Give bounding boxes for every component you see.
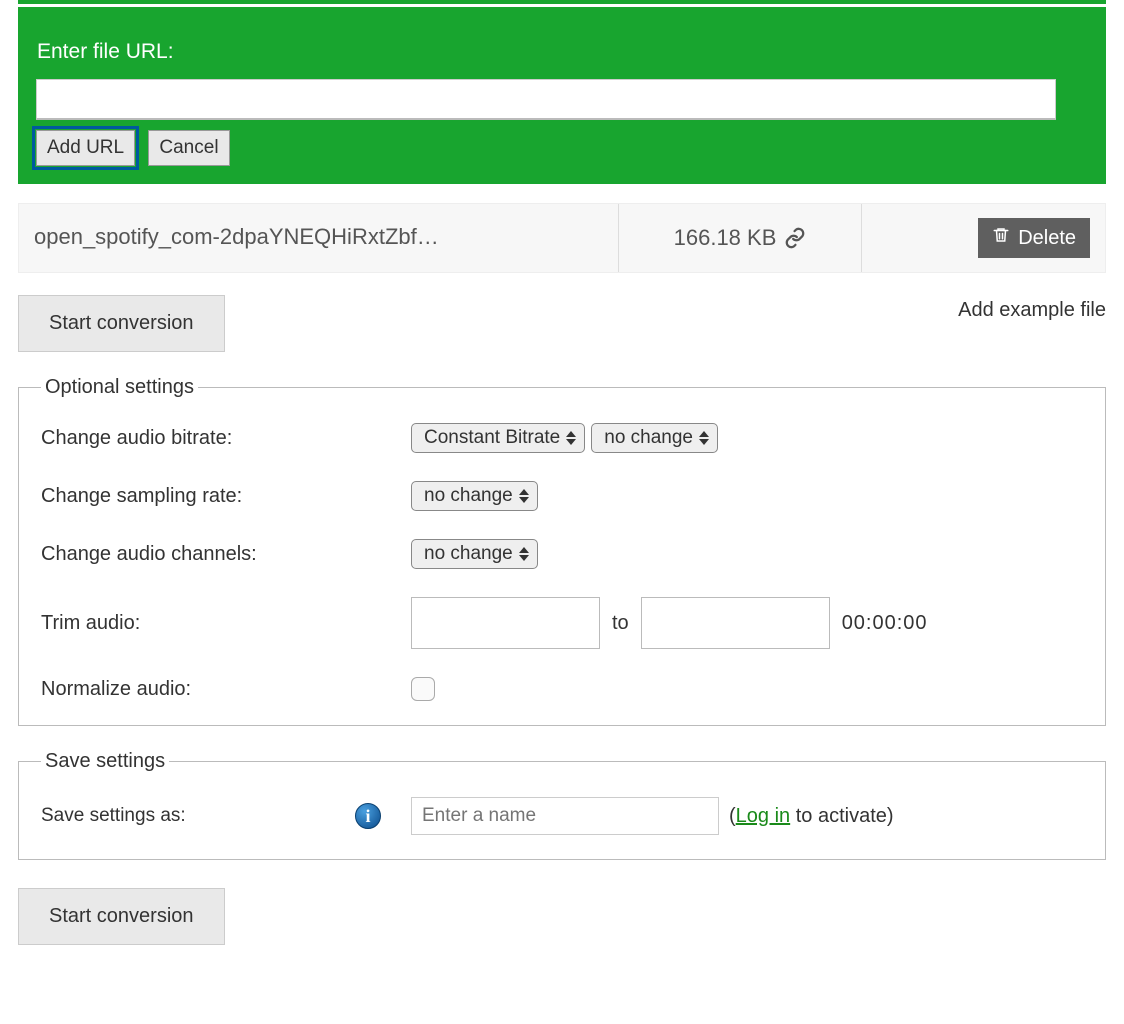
channels-row: Change audio channels: no change (41, 539, 1083, 569)
add-example-file-link[interactable]: Add example file (958, 299, 1106, 322)
bitrate-value-select[interactable]: no change (591, 423, 718, 453)
add-url-button[interactable]: Add URL (36, 130, 135, 166)
save-row: Save settings as: i (Log in to activate) (41, 797, 1083, 835)
channels-select[interactable]: no change (411, 539, 538, 569)
normalize-row: Normalize audio: (41, 677, 1083, 701)
chevron-updown-icon (699, 431, 709, 445)
save-settings-legend: Save settings (41, 750, 169, 773)
trim-end-input[interactable] (641, 597, 830, 649)
settings-name-input[interactable] (411, 797, 719, 835)
url-entry-panel: Enter file URL: Add URL Cancel (18, 7, 1106, 184)
delete-label: Delete (1018, 227, 1076, 250)
info-icon[interactable]: i (355, 803, 381, 829)
trim-label: Trim audio: (41, 612, 411, 635)
top-bar (18, 0, 1106, 4)
bitrate-label: Change audio bitrate: (41, 427, 411, 450)
sampling-select[interactable]: no change (411, 481, 538, 511)
url-label: Enter file URL: (37, 40, 1088, 64)
sampling-label: Change sampling rate: (41, 485, 411, 508)
file-size-cell: 166.18 KB (619, 204, 862, 272)
file-name: open_spotify_com-2dpaYNEQHiRxtZbf… (19, 204, 619, 272)
delete-button[interactable]: Delete (978, 218, 1090, 258)
optional-settings-fieldset: Optional settings Change audio bitrate: … (18, 376, 1106, 726)
login-link[interactable]: Log in (736, 805, 791, 827)
trim-to-text: to (612, 612, 629, 635)
cancel-button[interactable]: Cancel (148, 130, 229, 166)
trim-start-input[interactable] (411, 597, 600, 649)
file-size-text: 166.18 KB (674, 225, 777, 251)
link-icon (784, 227, 806, 249)
trim-duration: 00:00:00 (842, 612, 928, 635)
channels-label: Change audio channels: (41, 543, 411, 566)
login-note: (Log in to activate) (729, 805, 894, 828)
save-settings-fieldset: Save settings Save settings as: i (Log i… (18, 750, 1106, 860)
optional-settings-legend: Optional settings (41, 376, 198, 399)
chevron-updown-icon (519, 489, 529, 503)
file-row: open_spotify_com-2dpaYNEQHiRxtZbf… 166.1… (18, 203, 1106, 273)
start-conversion-button-bottom[interactable]: Start conversion (18, 888, 225, 945)
start-conversion-button-top[interactable]: Start conversion (18, 295, 225, 352)
trash-icon (992, 226, 1010, 250)
save-label: Save settings as: (41, 805, 355, 827)
url-input[interactable] (36, 79, 1056, 120)
chevron-updown-icon (519, 547, 529, 561)
normalize-checkbox[interactable] (411, 677, 435, 701)
bitrate-row: Change audio bitrate: Constant Bitrate n… (41, 423, 1083, 453)
chevron-updown-icon (566, 431, 576, 445)
bitrate-mode-select[interactable]: Constant Bitrate (411, 423, 585, 453)
sampling-row: Change sampling rate: no change (41, 481, 1083, 511)
trim-row: Trim audio: to 00:00:00 (41, 597, 1083, 649)
normalize-label: Normalize audio: (41, 678, 411, 701)
activate-text: to activate) (790, 805, 893, 827)
